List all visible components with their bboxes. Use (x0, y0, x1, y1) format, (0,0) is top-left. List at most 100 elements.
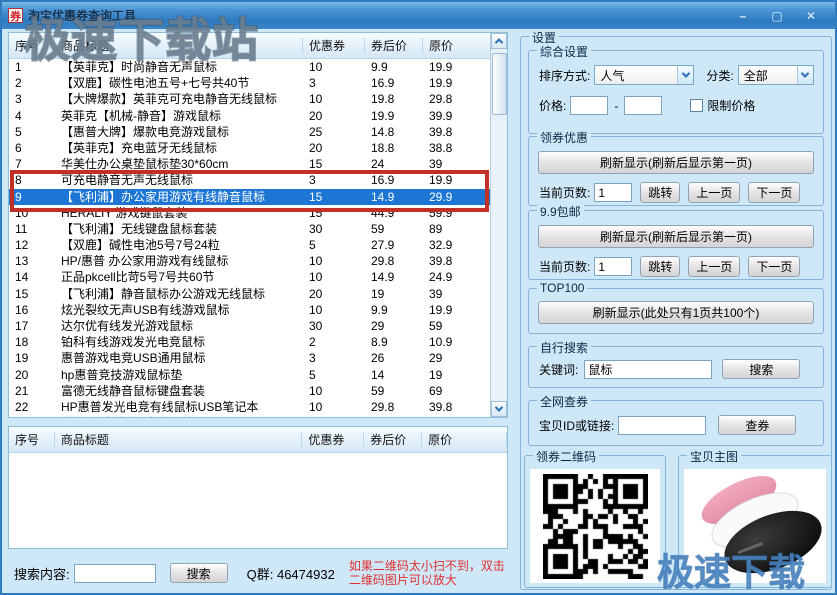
row-coupon: 2 (303, 334, 365, 350)
col-header-orig[interactable]: 原价 (422, 427, 507, 452)
selection-highlight-box (10, 170, 489, 212)
top100-refresh-button[interactable]: 刷新显示(此处只有1页共100个) (538, 301, 814, 324)
coupon-jump-button[interactable]: 跳转 (640, 182, 680, 203)
row-coupon: 10 (303, 91, 365, 107)
chevron-down-icon[interactable] (797, 66, 813, 84)
table-scrollbar[interactable] (490, 33, 507, 417)
row-coupon: 30 (303, 221, 365, 237)
col-header-coupon[interactable]: 优惠券 (302, 427, 364, 452)
item-photo-image[interactable] (684, 469, 826, 583)
row-coupon: 5 (303, 367, 365, 383)
table-row[interactable]: 15【飞利浦】静音鼠标办公游戏无线鼠标201939 (9, 286, 507, 302)
table-row[interactable]: 18铂科有线游戏发光电竞鼠标28.910.9 (9, 334, 507, 350)
table-row[interactable]: 16炫光裂纹无声USB有线游戏鼠标109.919.9 (9, 302, 507, 318)
table-row[interactable]: 3【大牌爆款】英菲克可充电静音无线鼠标1019.829.8 (9, 91, 507, 107)
app-icon: 券 (8, 8, 23, 23)
qr-zoom-notice: 如果二维码太小扫不到，双击 二维码图片可以放大 (349, 559, 505, 587)
coupon-refresh-button[interactable]: 刷新显示(刷新后显示第一页) (538, 151, 814, 174)
qr-code-area (530, 469, 660, 583)
ship99-page-input[interactable] (594, 257, 632, 276)
row-index: 5 (9, 124, 55, 140)
row-title: 【飞利浦】静音鼠标办公游戏无线鼠标 (55, 286, 303, 302)
scrollbar-up-icon[interactable] (491, 33, 507, 49)
table-row[interactable]: 11【飞利浦】无线键盘鼠标套装305989 (9, 221, 507, 237)
price-max-input[interactable] (624, 96, 662, 115)
ship99-next-button[interactable]: 下一页 (748, 256, 800, 277)
table-row-clipped[interactable]: 惠普 无线游戏鼠标家用办公 (9, 415, 507, 418)
query-coupon-group: 全网查券 宝贝ID或链接: 查券 (528, 400, 824, 446)
col-header-index[interactable]: 序号 (9, 33, 55, 58)
qr-code-label: 领券二维码 (533, 448, 599, 465)
price-min-input[interactable] (570, 96, 608, 115)
table-row[interactable]: 4英菲克【机械-静音】游戏鼠标2019.939.9 (9, 108, 507, 124)
scrollbar-down-icon[interactable] (491, 401, 507, 417)
window-title: 淘宝优惠券查询工具 (28, 7, 136, 24)
coupon-page-input[interactable] (594, 183, 632, 202)
row-coupon: 25 (303, 124, 365, 140)
window-controls: – ▢ ✕ (731, 8, 829, 24)
price-label: 价格: (539, 97, 566, 114)
row-index: 21 (9, 383, 55, 399)
row-orig-price: 38.8 (423, 140, 491, 156)
row-after-price: 19.9 (365, 108, 423, 124)
titlebar[interactable]: 券 淘宝优惠券查询工具 – ▢ ✕ (2, 2, 835, 29)
search-button[interactable]: 搜索 (170, 563, 228, 583)
row-orig-price: 10.9 (423, 334, 491, 350)
limit-price-label: 限制价格 (707, 97, 755, 114)
top100-section-group: TOP100 刷新显示(此处只有1页共100个) (528, 288, 824, 334)
coupon-next-button[interactable]: 下一页 (748, 182, 800, 203)
keyword-input[interactable] (584, 360, 712, 379)
col-header-after[interactable]: 券后价 (364, 427, 422, 452)
row-index: 22 (9, 399, 55, 415)
row-coupon: 5 (303, 237, 365, 253)
table-row[interactable]: 6【英菲克】充电蓝牙无线鼠标2018.838.8 (9, 140, 507, 156)
col-header-index[interactable]: 序号 (9, 427, 55, 452)
self-search-label: 自行搜索 (537, 339, 591, 356)
table-row[interactable]: 20hp惠普竞技游戏鼠标垫51419 (9, 367, 507, 383)
search-input[interactable] (74, 564, 156, 583)
keyword-search-button[interactable]: 搜索 (722, 359, 800, 379)
table-row[interactable]: 13HP/惠普 办公家用游戏有线鼠标1029.839.8 (9, 253, 507, 269)
close-button[interactable]: ✕ (799, 8, 823, 24)
col-header-after[interactable]: 券后价 (365, 33, 423, 58)
col-header-coupon[interactable]: 优惠券 (303, 33, 365, 58)
table-row[interactable]: 14正品pkcell比苛5号7号共60节1014.924.9 (9, 269, 507, 285)
row-orig-price: 29 (423, 350, 491, 366)
table-row[interactable]: 21富德无线静音鼠标键盘套装105969 (9, 383, 507, 399)
table-row[interactable]: 19惠普游戏电竞USB通用鼠标32629 (9, 350, 507, 366)
ship99-prev-button[interactable]: 上一页 (688, 256, 740, 277)
qr-code-image[interactable] (543, 474, 648, 579)
table-row[interactable]: 12【双鹿】碱性电池5号7号24粒527.932.9 (9, 237, 507, 253)
table-row[interactable]: 2【双鹿】碳性电池五号+七号共40节316.919.9 (9, 75, 507, 91)
item-id-input[interactable] (618, 416, 706, 435)
row-after-price: 14 (365, 367, 423, 383)
col-header-title[interactable]: 商品标题 (55, 33, 303, 58)
scrollbar-thumb[interactable] (492, 53, 507, 115)
table-row[interactable]: 5【惠普大牌】爆款电竞游戏鼠标2514.839.8 (9, 124, 507, 140)
minimize-button[interactable]: – (731, 8, 755, 24)
row-orig-price: 39.9 (423, 108, 491, 124)
product-table-body: 1【英菲克】时尚静音无声鼠标109.919.92【双鹿】碳性电池五号+七号共40… (9, 59, 507, 418)
sort-dropdown[interactable]: 人气 (594, 65, 694, 85)
limit-price-checkbox[interactable] (690, 99, 703, 112)
category-dropdown[interactable]: 全部 (738, 65, 814, 85)
table-row[interactable]: 22HP惠普发光电竞有线鼠标USB笔记本1029.839.8 (9, 399, 507, 415)
col-header-orig[interactable]: 原价 (423, 33, 491, 58)
table-row[interactable]: 17达尔优有线发光游戏鼠标302959 (9, 318, 507, 334)
col-header-title[interactable]: 商品标题 (55, 427, 302, 452)
query-coupon-button[interactable]: 查券 (718, 415, 796, 435)
ship99-refresh-button[interactable]: 刷新显示(刷新后显示第一页) (538, 225, 814, 248)
coupon-section-label: 领券优惠 (537, 129, 591, 146)
maximize-button[interactable]: ▢ (765, 8, 789, 24)
chevron-down-icon[interactable] (677, 66, 693, 84)
row-orig-price: 19 (423, 367, 491, 383)
row-after-price: 19 (365, 286, 423, 302)
row-coupon: 20 (303, 286, 365, 302)
ship99-jump-button[interactable]: 跳转 (640, 256, 680, 277)
coupon-prev-button[interactable]: 上一页 (688, 182, 740, 203)
row-after-price: 26 (365, 350, 423, 366)
row-index: 2 (9, 75, 55, 91)
table-row[interactable]: 1【英菲克】时尚静音无声鼠标109.919.9 (9, 59, 507, 75)
row-index: 14 (9, 269, 55, 285)
keyword-label: 关键词: (539, 361, 578, 378)
